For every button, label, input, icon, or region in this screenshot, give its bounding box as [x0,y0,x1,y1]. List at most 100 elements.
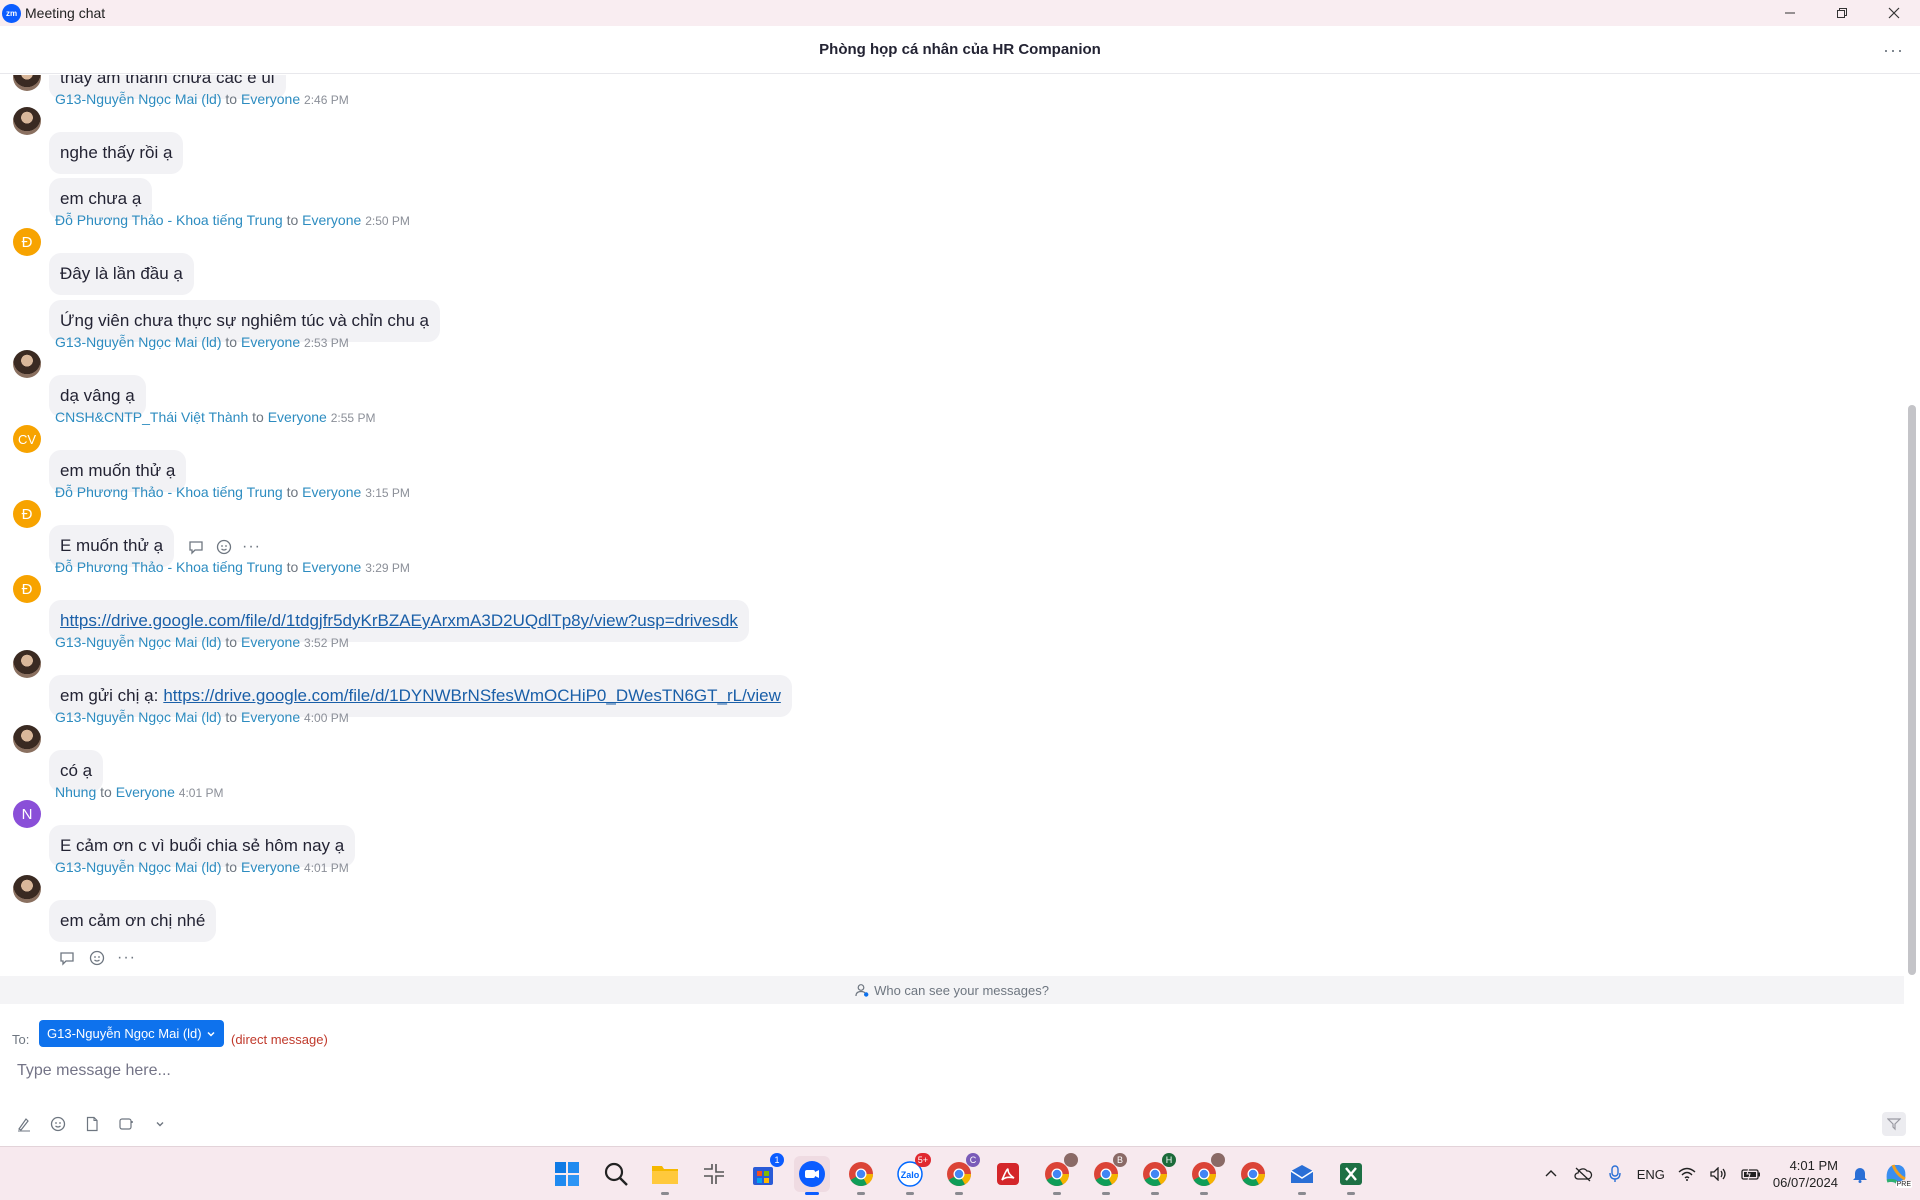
message-meta: G13-Nguyễn Ngọc Mai (ld) to Everyone 2:4… [55,91,349,107]
chrome-button[interactable] [843,1156,879,1195]
excel-icon [1340,1163,1362,1185]
recipient-name[interactable]: Everyone [302,484,361,500]
search-button[interactable] [598,1156,634,1192]
minimize-button[interactable] [1764,0,1816,26]
recipient-name[interactable]: Everyone [241,334,300,350]
message-time: 3:29 PM [365,561,410,575]
avatar [13,107,41,135]
battery-icon[interactable] [1741,1164,1761,1184]
microphone-icon[interactable] [1605,1164,1625,1184]
send-button[interactable] [1882,1112,1906,1136]
sender-name[interactable]: Nhung [55,784,96,800]
sender-name[interactable]: G13-Nguyễn Ngọc Mai (ld) [55,859,222,875]
recipient-name[interactable]: Everyone [302,559,361,575]
mail-app-button[interactable] [1284,1156,1320,1195]
chrome-default-button[interactable] [1235,1156,1271,1192]
chrome-profile-h-button[interactable]: H [1137,1153,1176,1195]
person-lock-icon [855,984,869,997]
message-meta: CNSH&CNTP_Thái Việt Thành to Everyone 2:… [55,409,375,425]
cloud-offline-icon[interactable] [1573,1164,1593,1184]
avatar [13,350,41,378]
file-explorer-button[interactable] [647,1156,683,1195]
avatar [13,725,41,753]
file-icon[interactable] [82,1114,102,1134]
sender-name[interactable]: G13-Nguyễn Ngọc Mai (ld) [55,634,222,650]
chrome-profile-b-button[interactable]: B [1088,1153,1127,1195]
recipient-name[interactable]: Everyone [116,784,175,800]
language-indicator[interactable]: ENG [1637,1167,1665,1182]
taskbar-clock[interactable]: 4:01 PM 06/07/2024 [1773,1157,1838,1191]
more-options-button[interactable]: ··· [1883,40,1904,61]
snipping-tool-button[interactable] [696,1156,732,1192]
recipient-name[interactable]: Everyone [241,859,300,875]
add-reaction-icon[interactable] [87,948,107,968]
reply-thread-icon[interactable] [186,537,206,557]
recipient-name[interactable]: Everyone [302,212,361,228]
compose-area: To: G13-Nguyễn Ngọc Mai (ld) (direct mes… [0,1004,1920,1146]
chrome-profile-photo-button[interactable] [1186,1153,1225,1195]
emoji-icon[interactable] [48,1114,68,1134]
zalo-button[interactable]: Zalo 5+ [892,1153,931,1195]
message-time: 2:53 PM [304,336,349,350]
microsoft-store-button[interactable]: 1 [745,1153,784,1192]
sender-name[interactable]: G13-Nguyễn Ngọc Mai (ld) [55,709,222,725]
close-icon [1888,7,1900,19]
clock-time: 4:01 PM [1789,1158,1838,1173]
to-word: to [225,859,238,875]
system-tray: ENG 4:01 PM 06/07/2024 PRE [1541,1147,1912,1200]
screenshot-icon[interactable] [116,1114,136,1134]
restore-button[interactable] [1816,0,1868,26]
notification-bell-icon[interactable] [1850,1164,1870,1184]
mail-icon [1290,1165,1314,1183]
chevron-down-icon[interactable] [150,1114,170,1134]
sender-name[interactable]: G13-Nguyễn Ngọc Mai (ld) [55,334,222,350]
sender-name[interactable]: CNSH&CNTP_Thái Việt Thành [55,409,248,425]
chat-messages-area[interactable]: thấy âm thanh chưa các e ui G13-Nguyễn N… [0,75,1904,975]
sender-name[interactable]: Đỗ Phương Thảo - Khoa tiếng Trung [55,484,283,500]
recipient-name[interactable]: Everyone [241,634,300,650]
recipient-name[interactable]: Everyone [241,709,300,725]
chrome-profile-2-button[interactable] [1039,1153,1078,1195]
preview-label: PRE [1895,1181,1912,1188]
recipient-name[interactable]: Everyone [241,91,300,107]
sender-name[interactable]: G13-Nguyễn Ngọc Mai (ld) [55,91,222,107]
excel-button[interactable] [1333,1156,1369,1195]
recipient-select[interactable]: G13-Nguyễn Ngọc Mai (ld) [39,1020,224,1047]
folder-icon [652,1166,678,1184]
direct-message-label: (direct message) [231,1032,328,1047]
start-button[interactable] [549,1156,585,1192]
message-bubble: em cảm ơn chị nhé [49,900,217,942]
chrome-profile-c-button[interactable]: C [941,1153,980,1195]
wifi-icon[interactable] [1677,1164,1697,1184]
scrollbar-thumb[interactable] [1908,405,1916,975]
message-time: 4:01 PM [304,861,349,875]
drive-link[interactable]: https://drive.google.com/file/d/1tdgjfr5… [60,611,738,631]
copilot-button[interactable]: PRE [1882,1160,1912,1188]
chat-scrollbar[interactable] [1908,75,1916,975]
acrobat-button[interactable] [990,1156,1026,1192]
message-input[interactable] [10,1056,1890,1086]
privacy-notice[interactable]: Who can see your messages? [0,976,1904,1004]
recipient-select-value: G13-Nguyễn Ngọc Mai (ld) [47,1026,202,1041]
format-text-icon[interactable] [14,1114,34,1134]
more-actions-button[interactable]: ··· [242,538,261,556]
sender-name[interactable]: Đỗ Phương Thảo - Khoa tiếng Trung [55,559,283,575]
message-time: 4:01 PM [178,786,224,800]
volume-icon[interactable] [1709,1164,1729,1184]
zoom-button[interactable] [794,1156,830,1195]
avatar [13,875,41,903]
close-button[interactable] [1868,0,1920,26]
more-actions-button[interactable]: ··· [117,949,136,967]
reply-thread-icon[interactable] [57,948,77,968]
add-reaction-icon[interactable] [214,537,234,557]
chevron-up-icon[interactable] [1541,1164,1561,1184]
message-bubble: Đây là lần đầu ạ [49,253,194,295]
sender-name[interactable]: Đỗ Phương Thảo - Khoa tiếng Trung [55,212,283,228]
to-word: to [225,91,238,107]
recipient-name[interactable]: Everyone [268,409,327,425]
to-word: to [225,334,238,350]
message-meta: G13-Nguyễn Ngọc Mai (ld) to Everyone 2:5… [55,334,349,350]
profile-avatar-badge [1211,1153,1225,1167]
drive-link[interactable]: https://drive.google.com/file/d/1DYNWBrN… [163,686,781,706]
to-word: to [100,784,112,800]
